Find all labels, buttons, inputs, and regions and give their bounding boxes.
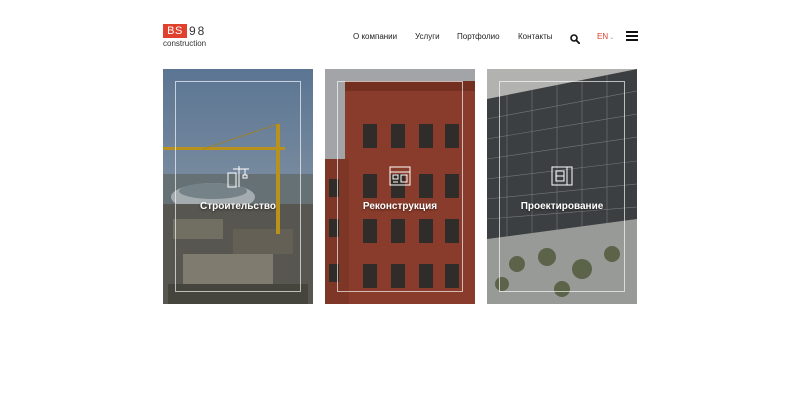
service-card-construction[interactable]: Строительство — [163, 69, 313, 304]
service-card-reconstruction[interactable]: Реконструкция — [325, 69, 475, 304]
nav-item-contacts[interactable]: Контакты — [518, 31, 553, 43]
logo[interactable]: BS 98 construction — [163, 24, 223, 50]
language-label: EN — [597, 32, 609, 41]
crane-icon — [225, 163, 251, 189]
language-switcher[interactable]: EN⌄ — [597, 31, 614, 44]
nav-item-portfolio[interactable]: Портфолио — [457, 31, 500, 43]
service-card-design[interactable]: Проектирование — [487, 69, 637, 304]
nav-item-services[interactable]: Услуги — [415, 31, 440, 43]
chevron-down-icon: ⌄ — [609, 35, 615, 41]
card-title: Реконструкция — [362, 201, 438, 212]
logo-badge: BS — [163, 24, 187, 38]
building-plan-icon — [387, 163, 413, 189]
logo-subtitle: construction — [163, 39, 207, 48]
hamburger-icon[interactable] — [626, 31, 638, 41]
card-title: Проектирование — [520, 201, 604, 212]
blueprint-icon — [549, 163, 575, 189]
logo-number: 98 — [189, 24, 207, 38]
search-icon[interactable] — [570, 31, 581, 45]
card-title: Строительство — [199, 201, 277, 212]
nav-item-about[interactable]: О компании — [353, 31, 397, 43]
